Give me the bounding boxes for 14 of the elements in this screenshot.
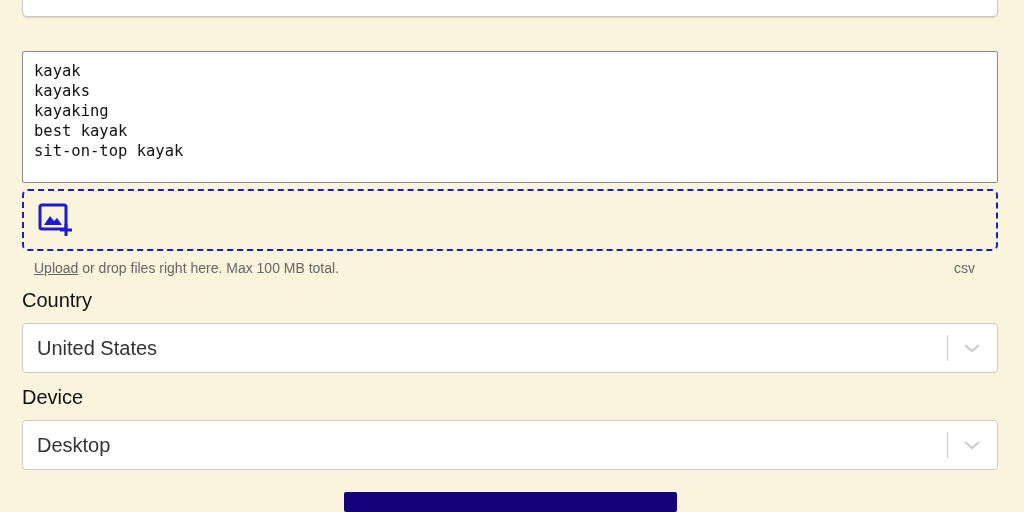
keywords-field[interactable]: kayak kayaks kayaking best kayak sit-on-top kayak bbox=[22, 51, 998, 183]
add-image-icon bbox=[38, 203, 74, 237]
field-label: Country bbox=[22, 289, 94, 312]
chevron-down-icon bbox=[963, 343, 981, 353]
upload-link[interactable]: Upload bbox=[34, 260, 79, 276]
file-types: csv bbox=[954, 260, 975, 276]
input-field[interactable] bbox=[22, 0, 998, 17]
upload-hint: Upload or drop files right here. Max 100 MB total. bbox=[34, 260, 340, 276]
dropdown-select[interactable]: United States bbox=[22, 323, 998, 373]
chevron-down-icon bbox=[963, 440, 981, 450]
file-dropzone[interactable] bbox=[22, 189, 998, 251]
dropdown-select[interactable]: Desktop bbox=[22, 420, 998, 470]
field-label: Device bbox=[22, 386, 85, 409]
submit-button[interactable] bbox=[343, 492, 677, 512]
